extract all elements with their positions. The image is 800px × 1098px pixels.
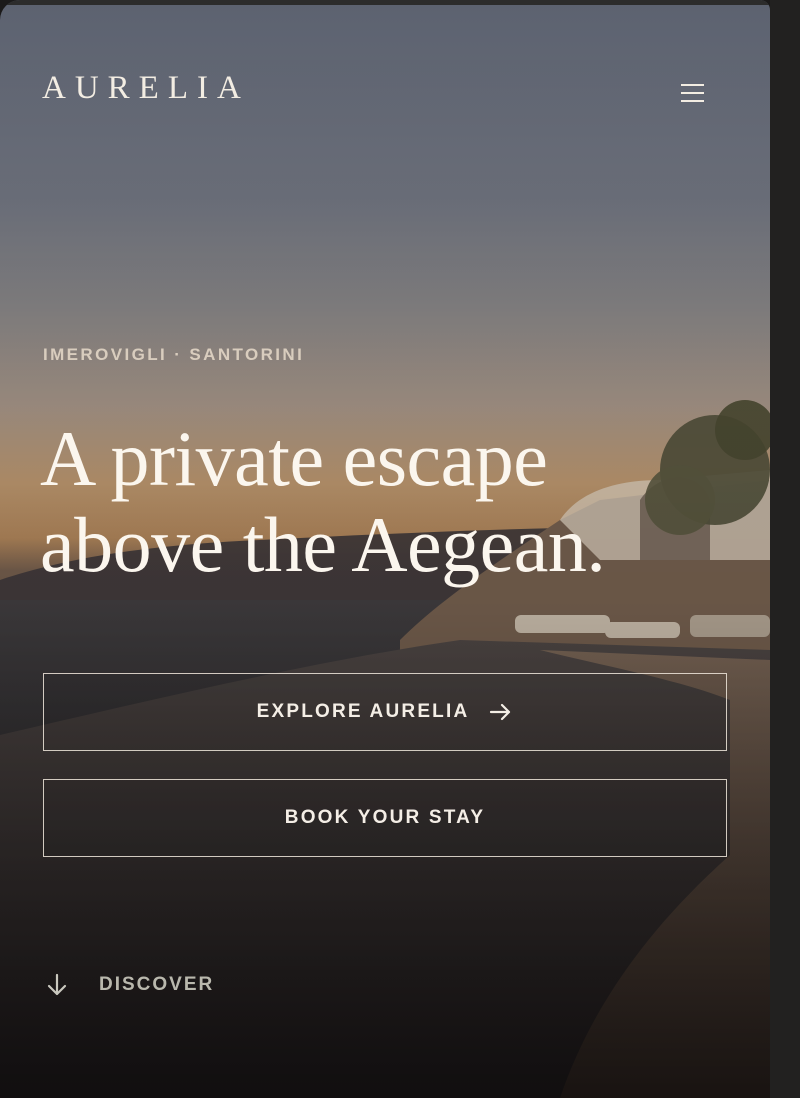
- menu-line: [681, 100, 704, 102]
- menu-line: [681, 84, 704, 86]
- hamburger-menu-icon[interactable]: [668, 74, 716, 114]
- brand-logo[interactable]: AURELIA: [42, 72, 250, 105]
- book-button-label: BOOK YOUR STAY: [284, 807, 486, 828]
- discover-link[interactable]: DISCOVER: [45, 972, 214, 998]
- arrow-down-icon: [47, 973, 67, 996]
- window-edge: [770, 0, 800, 1098]
- explore-button-label: EXPLORE AURELIA: [256, 701, 470, 722]
- explore-aurelia-button[interactable]: EXPLORE AURELIA: [43, 673, 727, 751]
- headline-line-2: above the Aegean.: [40, 501, 606, 588]
- menu-line: [681, 92, 704, 94]
- top-edge: [0, 0, 770, 5]
- book-your-stay-button[interactable]: BOOK YOUR STAY: [43, 779, 727, 857]
- headline-line-1: A private escape: [40, 415, 548, 502]
- hero-headline: A private escape above the Aegean.: [40, 416, 760, 588]
- discover-label: DISCOVER: [99, 974, 215, 995]
- location-label: IMEROVIGLI · SANTORINI: [43, 345, 305, 364]
- hero-screen: AURELIA IMEROVIGLI · SANTORINI A private…: [0, 0, 770, 1098]
- arrow-right-icon: [490, 703, 511, 721]
